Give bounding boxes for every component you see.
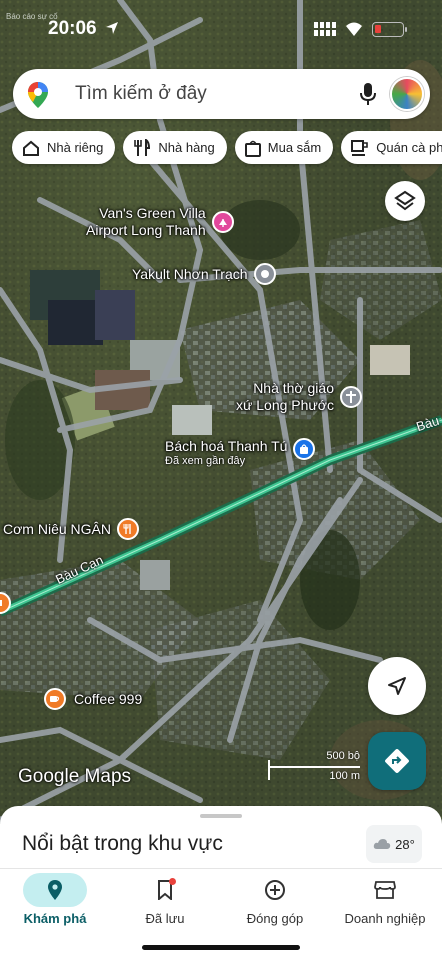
nav-business[interactable]: Doanh nghiệp	[330, 873, 440, 935]
temperature: 28°	[395, 836, 415, 852]
shopping-pin-icon	[293, 438, 316, 460]
place-name: Yakult Nhơn Trạch	[132, 265, 248, 282]
sheet-title: Nổi bật trong khu vực	[22, 832, 223, 855]
account-avatar[interactable]	[390, 77, 424, 111]
place-name: Bách hoá Thanh Tú	[165, 438, 288, 454]
clock: 20:06	[48, 18, 97, 39]
restaurant-icon	[134, 138, 151, 156]
coffee-pin-icon	[44, 688, 66, 710]
scale-line	[268, 760, 360, 768]
google-maps-logo: Google Maps	[18, 766, 132, 787]
battery-icon	[372, 22, 407, 37]
chip-shopping[interactable]: Mua sắm	[234, 131, 334, 164]
place-com-nieu[interactable]: Cơm Niêu NGÂN	[3, 518, 139, 540]
wifi-icon	[346, 22, 362, 36]
place-vans-green-villa[interactable]: Van's Green Villa Airport Long Thanh	[86, 205, 234, 239]
scale-meter-label: 100 m	[329, 770, 360, 782]
coffee-icon	[351, 139, 369, 156]
layers-icon	[394, 190, 416, 211]
place-coffee-999[interactable]: Coffee 999	[44, 688, 142, 710]
chip-label: Nhà riêng	[47, 140, 104, 155]
scale-tick	[268, 766, 270, 780]
location-arrow-icon	[106, 22, 118, 34]
hotel-pin-icon	[211, 211, 234, 233]
place-name-line2: Airport Long Thanh	[86, 222, 206, 238]
add-circle-icon	[265, 880, 285, 900]
chip-label: Nhà hàng	[158, 140, 215, 155]
chip-coffee[interactable]: Quán cà phê	[341, 131, 442, 164]
chip-home[interactable]: Nhà riêng	[12, 131, 116, 164]
nav-label: Khám phá	[23, 911, 87, 926]
status-bar: Báo cáo sự cố 20:06	[0, 0, 442, 60]
place-yakult[interactable]: Yakult Nhơn Trạch	[132, 263, 276, 285]
my-location-button[interactable]	[368, 657, 426, 715]
place-cafe-edge[interactable]	[0, 592, 11, 614]
place-name: Nhà thờ giáo	[253, 380, 334, 396]
recently-viewed-label: Đã xem gần đây	[165, 455, 246, 467]
place-name: Van's Green Villa	[99, 205, 206, 221]
search-input[interactable]: Tìm kiếm ở đây	[75, 83, 207, 105]
cloud-icon	[373, 839, 391, 849]
place-bach-hoa[interactable]: Bách hoá Thanh Tú Đã xem gần đây	[165, 438, 316, 467]
nav-icon-container	[220, 873, 330, 907]
place-name: Coffee 999	[74, 690, 143, 707]
layers-button[interactable]	[385, 181, 425, 221]
restaurant-pin-icon	[116, 518, 139, 540]
explore-pin-icon	[48, 880, 62, 900]
home-indicator	[142, 945, 300, 950]
scale-feet-label: 500 bộ	[326, 750, 360, 762]
nav-icon-container	[23, 873, 87, 907]
directions-button[interactable]	[368, 732, 426, 790]
home-icon	[23, 140, 39, 156]
chip-label: Quán cà phê	[376, 140, 442, 155]
navigation-arrow-icon	[388, 677, 406, 695]
search-bar[interactable]: Tìm kiếm ở đây	[13, 69, 430, 119]
nav-label: Đã lưu	[145, 911, 185, 926]
category-chips: Nhà riêng Nhà hàng Mua sắm Quán cà phê	[12, 131, 442, 165]
coffee-pin-icon	[0, 592, 11, 614]
scale-bar: 500 bộ 100 m	[266, 748, 362, 784]
nav-icon-container	[150, 873, 180, 907]
chip-restaurants[interactable]: Nhà hàng	[123, 131, 227, 164]
place-name-line2: xứ Long Phước	[236, 397, 334, 413]
notification-dot	[169, 878, 176, 885]
nav-icon-container	[330, 873, 440, 907]
nav-label: Đóng góp	[246, 911, 304, 926]
church-pin-icon	[339, 386, 362, 408]
weather-badge[interactable]: 28°	[366, 825, 422, 863]
nav-saved[interactable]: Đã lưu	[110, 873, 220, 935]
storefront-icon	[374, 881, 396, 899]
place-name: Cơm Niêu NGÂN	[3, 520, 111, 537]
directions-icon	[385, 749, 409, 773]
place-nha-tho[interactable]: Nhà thờ giáo xứ Long Phước	[236, 380, 362, 414]
google-maps-pin-icon	[28, 82, 48, 108]
place-pin-icon	[253, 263, 276, 285]
nav-explore[interactable]: Khám phá	[0, 873, 110, 935]
microphone-icon[interactable]	[359, 82, 377, 106]
sheet-drag-handle[interactable]	[200, 814, 242, 818]
shopping-bag-icon	[244, 140, 261, 157]
chip-label: Mua sắm	[267, 140, 322, 155]
nav-contribute[interactable]: Đóng góp	[220, 873, 330, 935]
nav-label: Doanh nghiệp	[344, 911, 426, 926]
signal-icon	[314, 22, 336, 36]
